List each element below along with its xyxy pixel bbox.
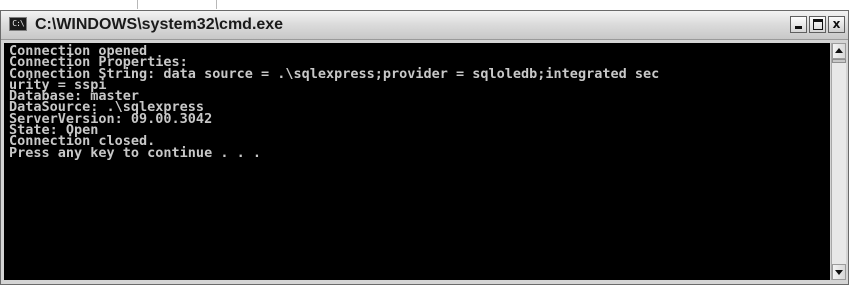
minimize-button[interactable] [790, 16, 807, 33]
title-bar[interactable]: C:\ C:\WINDOWS\system32\cmd.exe x [1, 11, 848, 40]
maximize-icon [812, 19, 823, 30]
vertical-scrollbar[interactable] [831, 43, 846, 280]
divider [137, 0, 138, 9]
window-title: C:\WINDOWS\system32\cmd.exe [35, 16, 284, 33]
divider [216, 0, 217, 9]
scroll-down-button[interactable] [832, 264, 846, 280]
console-icon[interactable]: C:\ [9, 17, 27, 31]
scroll-thumb[interactable] [832, 59, 846, 63]
console-text: Connection opened Connection Properties:… [4, 43, 830, 159]
close-icon: x [832, 17, 841, 31]
scroll-up-button[interactable] [832, 43, 846, 59]
console-window: C:\ C:\WINDOWS\system32\cmd.exe x Connec… [0, 10, 849, 285]
arrow-up-icon [835, 48, 843, 53]
console-output[interactable]: Connection opened Connection Properties:… [4, 43, 830, 280]
close-button[interactable]: x [828, 16, 845, 33]
maximize-button[interactable] [809, 16, 826, 33]
background-strip [0, 0, 849, 10]
arrow-down-icon [835, 270, 843, 275]
console-line: Press any key to continue . . . [9, 144, 261, 161]
window-controls: x [790, 16, 845, 34]
minimize-icon [795, 26, 802, 29]
